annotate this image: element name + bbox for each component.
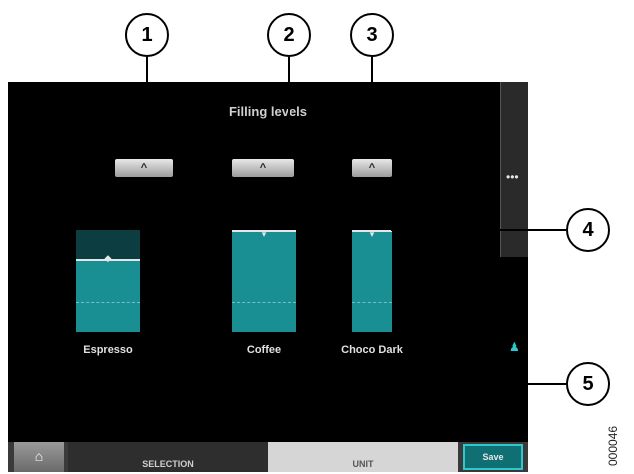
choco-dark-label: Choco Dark xyxy=(341,344,403,356)
level-handle-icon[interactable]: ▾ xyxy=(262,230,267,239)
callout-2: 2 xyxy=(267,13,311,57)
tab-selection[interactable]: SELECTION xyxy=(68,442,268,472)
espresso-level-gauge[interactable]: ◆ xyxy=(76,230,140,332)
coffee-label: Coffee xyxy=(246,344,282,356)
callout-3: 3 xyxy=(350,13,394,57)
level-handle-icon[interactable]: ◆ xyxy=(105,254,112,263)
min-level-line xyxy=(232,302,296,303)
leader-line-4 xyxy=(391,229,566,231)
leader-line-3 xyxy=(371,57,373,158)
tab-unit[interactable]: UNIT xyxy=(268,442,458,472)
choco-level-gauge[interactable]: ▾ xyxy=(352,230,392,332)
page-title: Filling levels xyxy=(228,104,308,119)
coffee-beans-icon[interactable]: ••• xyxy=(506,170,519,184)
home-icon: ⌂ xyxy=(34,448,44,464)
save-button[interactable]: Save xyxy=(463,444,523,470)
figure-code: 000046 xyxy=(606,425,620,466)
callout-4: 4 xyxy=(566,208,610,252)
leader-line-5 xyxy=(518,383,566,385)
cup-drop-icon[interactable]: ♟ xyxy=(509,340,520,354)
min-level-line xyxy=(352,302,392,303)
coffee-level-gauge[interactable]: ▾ xyxy=(232,230,296,332)
level-handle-icon[interactable]: ▾ xyxy=(370,230,375,239)
espresso-label: Espresso xyxy=(83,344,133,356)
leader-line-2 xyxy=(288,57,290,158)
callout-5: 5 xyxy=(566,362,610,406)
choco-up-button[interactable]: ^ xyxy=(352,159,392,177)
espresso-up-button[interactable]: ^ xyxy=(115,159,173,177)
coffee-up-button[interactable]: ^ xyxy=(232,159,294,177)
callout-1: 1 xyxy=(125,13,169,57)
filling-levels-screen: Filling levels ^ ^ ^ ◆ ▾ ▾ Espresso Coff… xyxy=(8,82,528,472)
bottom-bar: ⌂ SELECTION UNIT Save xyxy=(8,442,528,472)
home-button[interactable]: ⌂ xyxy=(14,442,64,472)
leader-line-1 xyxy=(146,57,148,155)
min-level-line xyxy=(76,302,140,303)
